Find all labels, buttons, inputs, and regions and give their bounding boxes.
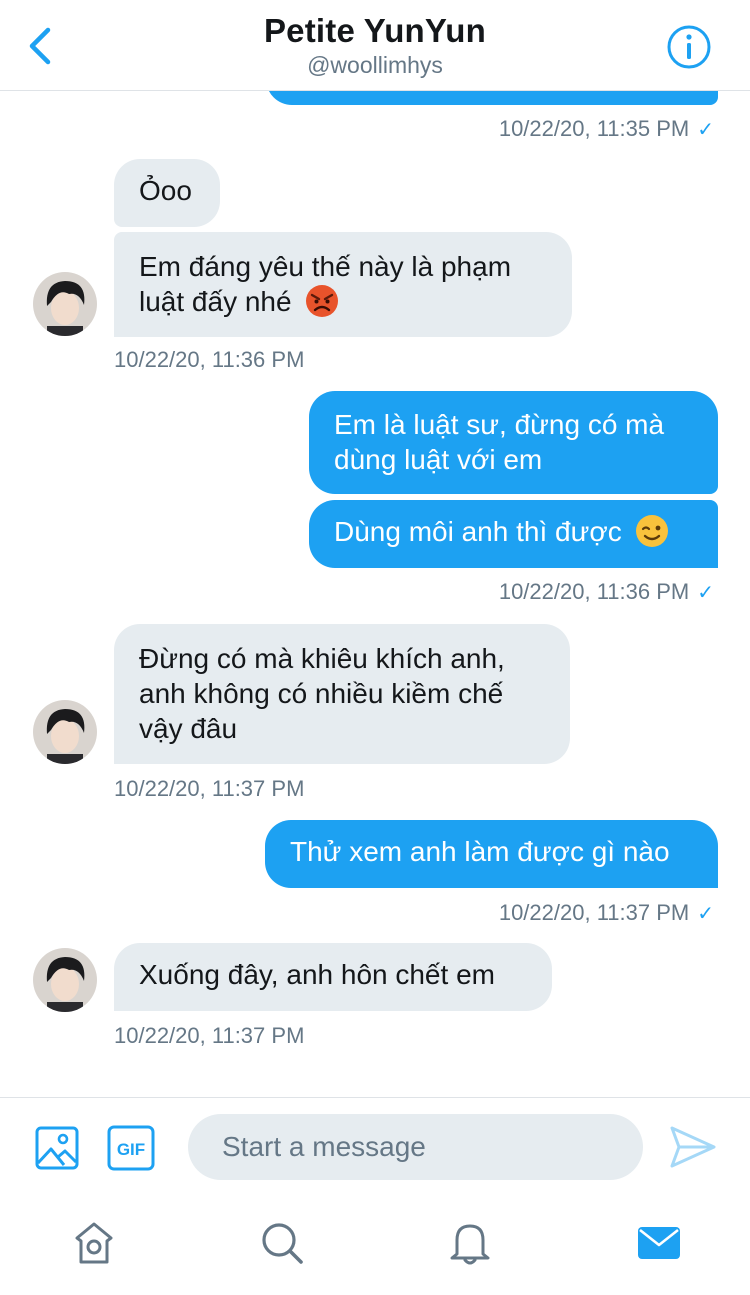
message-timestamp: 10/22/20, 11:36 PM [114, 347, 305, 372]
message-bubble-incoming[interactable]: Xuống đây, anh hôn chết em [114, 943, 552, 1011]
read-receipt-icon: ✓ [697, 582, 714, 604]
message-composer: GIF [0, 1097, 750, 1198]
read-receipt-icon: ✓ [697, 903, 714, 925]
message-input[interactable] [188, 1114, 643, 1180]
gif-label: GIF [117, 1140, 145, 1159]
notifications-bell-icon[interactable] [447, 1220, 493, 1266]
message-bubble-incoming[interactable]: Đừng có mà khiêu khích anh, anh không có… [114, 624, 570, 764]
message-timestamp: 10/22/20, 11:37 PM [114, 776, 305, 801]
message-timestamp: 10/22/20, 11:36 PM ✓ [498, 579, 714, 604]
message-bubble-outgoing[interactable]: Em là luật sư, đừng có mà dùng luật với … [309, 391, 718, 494]
home-icon[interactable] [71, 1220, 117, 1266]
message-bubble-outgoing[interactable] [266, 91, 718, 105]
send-icon[interactable] [668, 1124, 718, 1170]
message-text: Xuống đây, anh hôn chết em [139, 959, 495, 990]
image-icon[interactable] [34, 1125, 80, 1171]
message-bubble-outgoing[interactable]: Thử xem anh làm được gì nào [265, 820, 718, 888]
message-thread[interactable]: 10/22/20, 11:35 PM ✓ Ỏoo Em đáng yêu thế … [0, 91, 750, 1096]
message-timestamp: 10/22/20, 11:37 PM [114, 1023, 305, 1048]
messages-envelope-icon[interactable] [636, 1220, 682, 1266]
read-receipt-icon: ✓ [697, 119, 714, 141]
message-bubble-incoming[interactable]: Ỏoo [114, 159, 220, 227]
gif-icon[interactable]: GIF [107, 1125, 155, 1171]
winking-face-emoji-icon [636, 515, 669, 547]
conversation-header: Petite YunYun @woollimhys [0, 0, 750, 91]
conversation-handle: @woollimhys [307, 52, 443, 78]
message-text: Dùng môi anh thì được [334, 516, 622, 547]
message-text: Đừng có mà khiêu khích anh, anh không có… [139, 643, 505, 744]
info-icon[interactable] [666, 24, 712, 70]
conversation-title-block[interactable]: Petite YunYun @woollimhys [0, 10, 750, 80]
message-timestamp: 10/22/20, 11:35 PM ✓ [498, 116, 714, 141]
message-text: Em là luật sư, đừng có mà dùng luật với … [334, 409, 665, 475]
message-text: Thử xem anh làm được gì nào [290, 836, 670, 867]
message-bubble-incoming[interactable]: Em đáng yêu thế này là phạm luật đấy nhé [114, 232, 572, 337]
message-text: Ỏoo [139, 175, 192, 206]
avatar[interactable] [33, 272, 97, 336]
avatar[interactable] [33, 700, 97, 764]
avatar[interactable] [33, 948, 97, 1012]
bottom-tab-bar [0, 1198, 750, 1295]
message-timestamp: 10/22/20, 11:37 PM ✓ [498, 900, 714, 925]
search-icon[interactable] [259, 1220, 305, 1266]
angry-face-emoji-icon [306, 285, 339, 317]
message-bubble-outgoing[interactable]: Dùng môi anh thì được [309, 500, 718, 568]
conversation-title: Petite YunYun [263, 12, 487, 49]
